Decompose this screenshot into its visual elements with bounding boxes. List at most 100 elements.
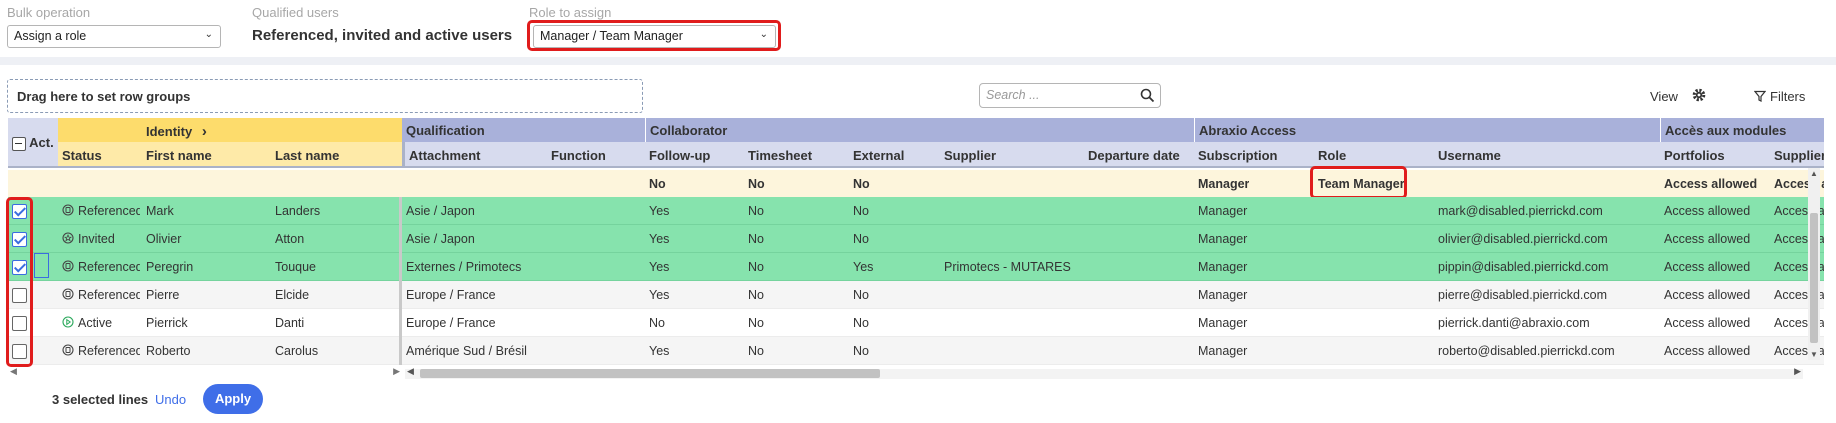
portfolios-cell[interactable]: Access allowed bbox=[1660, 253, 1768, 281]
followup-cell[interactable]: No bbox=[645, 309, 740, 337]
last-name-cell[interactable]: Carolus bbox=[271, 337, 396, 365]
timesheet-cell[interactable]: No bbox=[744, 309, 844, 337]
col-username[interactable]: Username bbox=[1434, 142, 1660, 168]
filters-button[interactable]: Filters bbox=[1753, 89, 1805, 104]
horizontal-scrollbar[interactable]: ◀ ▶ bbox=[405, 366, 1803, 379]
bulk-followup[interactable]: No bbox=[645, 170, 666, 198]
bulk-portfolios[interactable]: Access allowed bbox=[1660, 170, 1757, 198]
table-row[interactable]: Invited Olivier Atton Asie / Japon Yes No No Ma… bbox=[8, 225, 1824, 253]
row-group-dropzone[interactable]: Drag here to set row groups bbox=[7, 79, 643, 113]
col-supplier[interactable]: Supplier bbox=[940, 142, 1084, 168]
subscription-cell[interactable]: Manager bbox=[1194, 225, 1309, 253]
left-scrollbar[interactable]: ◀ ▶ bbox=[8, 366, 402, 379]
subscription-cell[interactable]: Manager bbox=[1194, 197, 1309, 225]
supplier-cell[interactable] bbox=[940, 337, 1090, 365]
col-external[interactable]: External bbox=[849, 142, 940, 168]
username-cell[interactable]: olivier@disabled.pierrickd.com bbox=[1434, 225, 1659, 253]
col-subscription[interactable]: Subscription bbox=[1194, 142, 1314, 168]
subscription-cell[interactable]: Manager bbox=[1194, 281, 1309, 309]
table-row[interactable]: Referenced Pierre Elcide Europe / France Yes… bbox=[8, 281, 1824, 309]
attachment-cell[interactable]: Europe / France bbox=[402, 309, 542, 337]
username-cell[interactable]: roberto@disabled.pierrickd.com bbox=[1434, 337, 1659, 365]
followup-cell[interactable]: Yes bbox=[645, 337, 740, 365]
portfolios-cell[interactable]: Access allowed bbox=[1660, 309, 1768, 337]
portfolios-cell[interactable]: Access allowed bbox=[1660, 225, 1768, 253]
external-cell[interactable]: No bbox=[849, 197, 939, 225]
portfolios-cell[interactable]: Access allowed bbox=[1660, 281, 1768, 309]
first-name-cell[interactable]: Mark bbox=[142, 197, 267, 225]
col-function[interactable]: Function bbox=[547, 142, 645, 168]
first-name-cell[interactable]: Roberto bbox=[142, 337, 267, 365]
group-identity[interactable]: Identity › bbox=[142, 118, 402, 142]
supplier-cell[interactable]: Primotecs - MUTARES bbox=[940, 253, 1090, 281]
search-icon[interactable] bbox=[1140, 88, 1155, 103]
table-row[interactable]: Referenced Roberto Carolus Amérique Sud / B… bbox=[8, 337, 1824, 365]
external-cell[interactable]: No bbox=[849, 337, 939, 365]
col-status[interactable]: Status bbox=[58, 142, 142, 168]
first-name-cell[interactable]: Pierrick bbox=[142, 309, 267, 337]
col-departure-date[interactable]: Departure date bbox=[1084, 142, 1194, 168]
supplier-cell[interactable] bbox=[940, 281, 1090, 309]
col-last-name[interactable]: Last name bbox=[271, 142, 402, 168]
username-cell[interactable]: mark@disabled.pierrickd.com bbox=[1434, 197, 1659, 225]
attachment-cell[interactable]: Asie / Japon bbox=[402, 197, 542, 225]
table-row[interactable]: Referenced Peregrin Touque Externes / Primo… bbox=[8, 253, 1824, 281]
username-cell[interactable]: pierre@disabled.pierrickd.com bbox=[1434, 281, 1659, 309]
subscription-cell[interactable]: Manager bbox=[1194, 253, 1309, 281]
supplier-cell[interactable] bbox=[940, 197, 1090, 225]
bulk-operation-select[interactable]: Assign a role ⌄ bbox=[7, 25, 221, 48]
username-cell[interactable]: pippin@disabled.pierrickd.com bbox=[1434, 253, 1659, 281]
undo-link[interactable]: Undo bbox=[155, 392, 186, 407]
external-cell[interactable]: No bbox=[849, 225, 939, 253]
subscription-cell[interactable]: Manager bbox=[1194, 337, 1309, 365]
timesheet-cell[interactable]: No bbox=[744, 197, 844, 225]
col-attachment[interactable]: Attachment bbox=[402, 142, 547, 168]
timesheet-cell[interactable]: No bbox=[744, 337, 844, 365]
attachment-cell[interactable]: Asie / Japon bbox=[402, 225, 542, 253]
portfolios-cell[interactable]: Access allowed bbox=[1660, 337, 1768, 365]
external-cell[interactable]: No bbox=[849, 281, 939, 309]
followup-cell[interactable]: Yes bbox=[645, 281, 740, 309]
bulk-subscription[interactable]: Manager bbox=[1194, 170, 1249, 198]
first-name-cell[interactable]: Olivier bbox=[142, 225, 267, 253]
last-name-cell[interactable]: Atton bbox=[271, 225, 396, 253]
col-timesheet[interactable]: Timesheet bbox=[744, 142, 849, 168]
external-cell[interactable]: No bbox=[849, 309, 939, 337]
search-input[interactable]: Search ... bbox=[979, 83, 1161, 108]
supplier-cell[interactable] bbox=[940, 225, 1090, 253]
first-name-cell[interactable]: Pierre bbox=[142, 281, 267, 309]
table-row[interactable]: Active Pierrick Danti Europe / France No No No… bbox=[8, 309, 1824, 337]
gear-icon[interactable] bbox=[1692, 88, 1706, 102]
external-cell[interactable]: Yes bbox=[849, 253, 939, 281]
timesheet-cell[interactable]: No bbox=[744, 225, 844, 253]
col-first-name[interactable]: First name bbox=[142, 142, 271, 168]
supplier-cell[interactable] bbox=[940, 309, 1090, 337]
attachment-cell[interactable]: Europe / France bbox=[402, 281, 542, 309]
col-role[interactable]: Role bbox=[1314, 142, 1434, 168]
table-row[interactable]: Referenced Mark Landers Asie / Japon Yes No No… bbox=[8, 197, 1824, 225]
attachment-cell[interactable]: Amérique Sud / Brésil bbox=[402, 337, 542, 365]
followup-cell[interactable]: Yes bbox=[645, 225, 740, 253]
first-name-cell[interactable]: Peregrin bbox=[142, 253, 267, 281]
last-name-cell[interactable]: Touque bbox=[271, 253, 396, 281]
vertical-scrollbar-thumb[interactable] bbox=[1810, 213, 1818, 343]
last-name-cell[interactable]: Elcide bbox=[271, 281, 396, 309]
horizontal-scrollbar-thumb[interactable] bbox=[420, 369, 880, 378]
apply-button[interactable]: Apply bbox=[203, 384, 263, 414]
portfolios-cell[interactable]: Access allowed bbox=[1660, 197, 1768, 225]
col-suppliers[interactable]: Suppliers bbox=[1770, 142, 1824, 168]
vertical-scrollbar[interactable]: ▲ ▼ bbox=[1808, 168, 1820, 360]
bulk-timesheet[interactable]: No bbox=[744, 170, 765, 198]
username-cell[interactable]: pierrick.danti@abraxio.com bbox=[1434, 309, 1659, 337]
followup-cell[interactable]: Yes bbox=[645, 253, 740, 281]
last-name-cell[interactable]: Danti bbox=[271, 309, 396, 337]
col-followup[interactable]: Follow-up bbox=[645, 142, 744, 168]
timesheet-cell[interactable]: No bbox=[744, 281, 844, 309]
timesheet-cell[interactable]: No bbox=[744, 253, 844, 281]
subscription-cell[interactable]: Manager bbox=[1194, 309, 1309, 337]
last-name-cell[interactable]: Landers bbox=[271, 197, 396, 225]
act-header[interactable]: Act. bbox=[8, 129, 58, 156]
followup-cell[interactable]: Yes bbox=[645, 197, 740, 225]
attachment-cell[interactable]: Externes / Primotecs bbox=[402, 253, 542, 281]
chevron-right-icon[interactable]: › bbox=[202, 123, 207, 140]
